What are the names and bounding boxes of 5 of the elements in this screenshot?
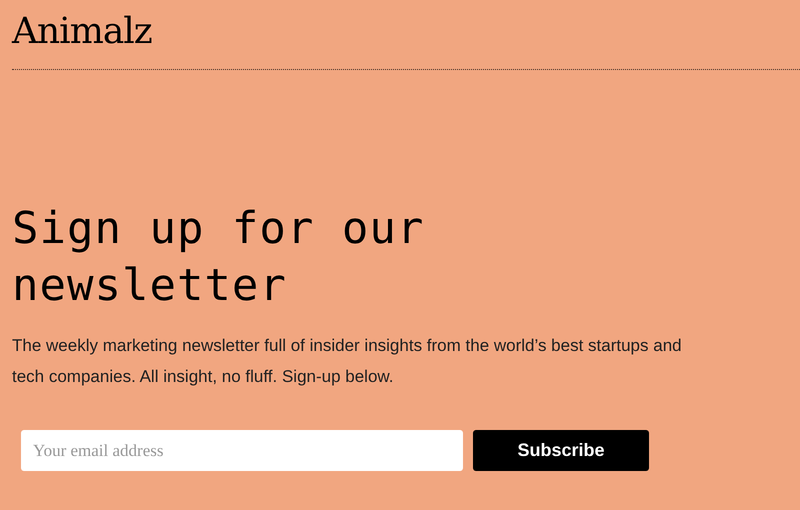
heading: Sign up for our newsletter [12,202,426,313]
email-field[interactable]: Your email address [21,430,463,471]
description: The weekly marketing newsletter full of insider insights from the world’s best startups and tech companies. All insight, no fluff. Sign-up below. [12,335,683,388]
subscribe-button[interactable]: Subscribe [473,430,649,471]
logo[interactable]: Animalz [12,14,152,50]
